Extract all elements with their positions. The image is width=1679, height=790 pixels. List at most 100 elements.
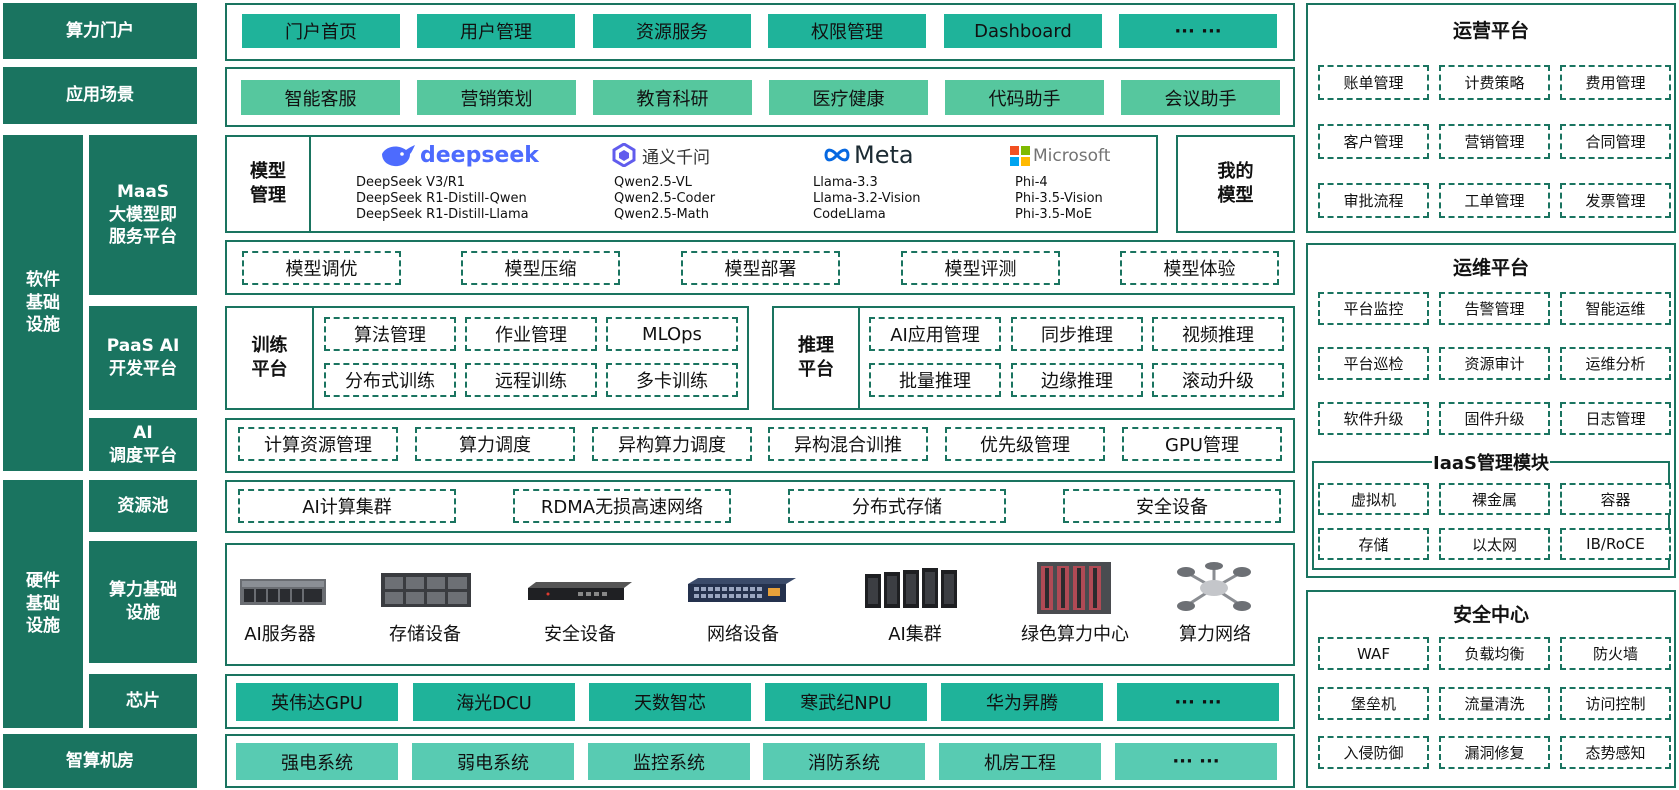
- rdma-network[interactable]: RDMA无损高速网络: [513, 489, 731, 523]
- batch-inference[interactable]: 批量推理: [869, 363, 1001, 397]
- situational-awareness[interactable]: 态势感知: [1560, 736, 1671, 769]
- model-experience[interactable]: 模型体验: [1120, 251, 1279, 285]
- remote-training[interactable]: 远程训练: [465, 363, 597, 397]
- mlops[interactable]: MLOps: [606, 317, 738, 351]
- marketing-management[interactable]: 营销管理: [1439, 124, 1550, 159]
- ai-server-image: [240, 575, 326, 607]
- heterogeneous-scheduling[interactable]: 异构算力调度: [592, 427, 752, 461]
- hardware-infra-label: 硬件 基础 设施: [3, 480, 83, 728]
- scenario-item-healthcare[interactable]: 医疗健康: [769, 80, 928, 115]
- billing-strategy[interactable]: 计费策略: [1439, 65, 1550, 100]
- ai-app-management[interactable]: AI应用管理: [869, 317, 1001, 351]
- access-control[interactable]: 访问控制: [1560, 687, 1671, 720]
- storage-device-image: [381, 573, 471, 607]
- network-device-image: [688, 576, 796, 604]
- video-inference[interactable]: 视频推理: [1152, 317, 1284, 351]
- chip-iluvatar[interactable]: 天数智芯: [589, 683, 751, 721]
- bare-metal[interactable]: 裸金属: [1439, 483, 1550, 515]
- iaas-storage[interactable]: 存储: [1318, 528, 1429, 560]
- scenario-item-customer-service[interactable]: 智能客服: [241, 80, 400, 115]
- scenario-item-education[interactable]: 教育科研: [593, 80, 752, 115]
- security-devices[interactable]: 安全设备: [1063, 489, 1281, 523]
- scenario-item-meeting-assistant[interactable]: 会议助手: [1121, 80, 1280, 115]
- network-device-label: 网络设备: [707, 624, 779, 645]
- rolling-upgrade[interactable]: 滚动升级: [1152, 363, 1284, 397]
- ethernet[interactable]: 以太网: [1439, 528, 1550, 560]
- chip-more[interactable]: ··· ···: [1117, 683, 1279, 721]
- ai-compute-cluster[interactable]: AI计算集群: [238, 489, 456, 523]
- dc-room-engineering[interactable]: 机房工程: [939, 743, 1101, 780]
- model-compression[interactable]: 模型压缩: [461, 251, 620, 285]
- traffic-scrubbing[interactable]: 流量清洗: [1439, 687, 1550, 720]
- compute-scheduling[interactable]: 算力调度: [415, 427, 575, 461]
- dc-more[interactable]: ··· ···: [1115, 743, 1277, 780]
- alert-management[interactable]: 告警管理: [1439, 292, 1550, 325]
- resource-audit[interactable]: 资源审计: [1439, 347, 1550, 380]
- qwen-model-list: Qwen2.5-VL Qwen2.5-Coder Qwen2.5-Math: [614, 175, 715, 223]
- portal-label: 算力门户: [3, 3, 197, 59]
- chip-cambricon-npu[interactable]: 寒武纪NPU: [765, 683, 927, 721]
- priority-management[interactable]: 优先级管理: [945, 427, 1105, 461]
- firmware-upgrade[interactable]: 固件升级: [1439, 402, 1550, 435]
- model-entry: DeepSeek R1-Distill-Qwen: [356, 191, 527, 206]
- portal-item-resources[interactable]: 资源服务: [593, 14, 751, 48]
- chip-huawei-ascend[interactable]: 华为昇腾: [941, 683, 1103, 721]
- ib-roce[interactable]: IB/RoCE: [1560, 528, 1671, 560]
- dc-fire-system[interactable]: 消防系统: [763, 743, 925, 780]
- hybrid-train-infer[interactable]: 异构混合训推: [768, 427, 928, 461]
- resource-pool-label: 资源池: [89, 480, 197, 532]
- chip-hygon-dcu[interactable]: 海光DCU: [413, 683, 575, 721]
- load-balancer[interactable]: 负载均衡: [1439, 637, 1550, 670]
- invoice-management[interactable]: 发票管理: [1560, 183, 1671, 218]
- bastion-host[interactable]: 堡垒机: [1318, 687, 1429, 720]
- contract-management[interactable]: 合同管理: [1560, 124, 1671, 159]
- log-management[interactable]: 日志管理: [1560, 402, 1671, 435]
- platform-inspection[interactable]: 平台巡检: [1318, 347, 1429, 380]
- model-entry: DeepSeek V3/R1: [356, 175, 466, 190]
- distributed-storage[interactable]: 分布式存储: [788, 489, 1006, 523]
- scenario-label: 应用场景: [3, 67, 197, 124]
- platform-monitoring[interactable]: 平台监控: [1318, 292, 1429, 325]
- compute-resource-management[interactable]: 计算资源管理: [238, 427, 398, 461]
- portal-item-permissions[interactable]: 权限管理: [768, 14, 926, 48]
- portal-item-home[interactable]: 门户首页: [242, 14, 400, 48]
- billing-management[interactable]: 账单管理: [1318, 65, 1429, 100]
- intelligent-ops[interactable]: 智能运维: [1560, 292, 1671, 325]
- intrusion-prevention[interactable]: 入侵防御: [1318, 736, 1429, 769]
- virtual-machine[interactable]: 虚拟机: [1318, 483, 1429, 515]
- ticket-management[interactable]: 工单管理: [1439, 183, 1550, 218]
- vulnerability-repair[interactable]: 漏洞修复: [1439, 736, 1550, 769]
- portal-item-more[interactable]: ··· ···: [1119, 14, 1277, 48]
- portal-item-dashboard[interactable]: Dashboard: [944, 14, 1102, 48]
- scenario-item-marketing[interactable]: 营销策划: [417, 80, 576, 115]
- edge-inference[interactable]: 边缘推理: [1011, 363, 1143, 397]
- my-models-box[interactable]: 我的 模型: [1176, 135, 1295, 233]
- scenario-item-code-assistant[interactable]: 代码助手: [945, 80, 1104, 115]
- dc-power-system[interactable]: 强电系统: [236, 743, 398, 780]
- model-deployment[interactable]: 模型部署: [681, 251, 840, 285]
- sync-inference[interactable]: 同步推理: [1011, 317, 1143, 351]
- gpu-management[interactable]: GPU管理: [1122, 427, 1282, 461]
- customer-management[interactable]: 客户管理: [1318, 124, 1429, 159]
- software-upgrade[interactable]: 软件升级: [1318, 402, 1429, 435]
- multi-gpu-training[interactable]: 多卡训练: [606, 363, 738, 397]
- expense-management[interactable]: 费用管理: [1560, 65, 1671, 100]
- model-entry: Phi-3.5-MoE: [1015, 207, 1093, 222]
- ops-analysis[interactable]: 运维分析: [1560, 347, 1671, 380]
- operations-platform-title: 运营平台: [1452, 20, 1529, 42]
- container[interactable]: 容器: [1560, 483, 1671, 515]
- dc-monitoring-system[interactable]: 监控系统: [588, 743, 750, 780]
- waf[interactable]: WAF: [1318, 637, 1429, 670]
- approval-workflow[interactable]: 审批流程: [1318, 183, 1429, 218]
- algorithm-management[interactable]: 算法管理: [324, 317, 456, 351]
- dc-low-voltage-system[interactable]: 弱电系统: [412, 743, 574, 780]
- distributed-training[interactable]: 分布式训练: [324, 363, 456, 397]
- firewall[interactable]: 防火墙: [1560, 637, 1671, 670]
- chip-label: 芯片: [89, 674, 197, 728]
- model-tuning[interactable]: 模型调优: [242, 251, 401, 285]
- model-evaluation[interactable]: 模型评测: [901, 251, 1060, 285]
- chip-nvidia-gpu[interactable]: 英伟达GPU: [236, 683, 398, 721]
- model-entry: CodeLlama: [813, 207, 886, 222]
- job-management[interactable]: 作业管理: [465, 317, 597, 351]
- portal-item-users[interactable]: 用户管理: [417, 14, 575, 48]
